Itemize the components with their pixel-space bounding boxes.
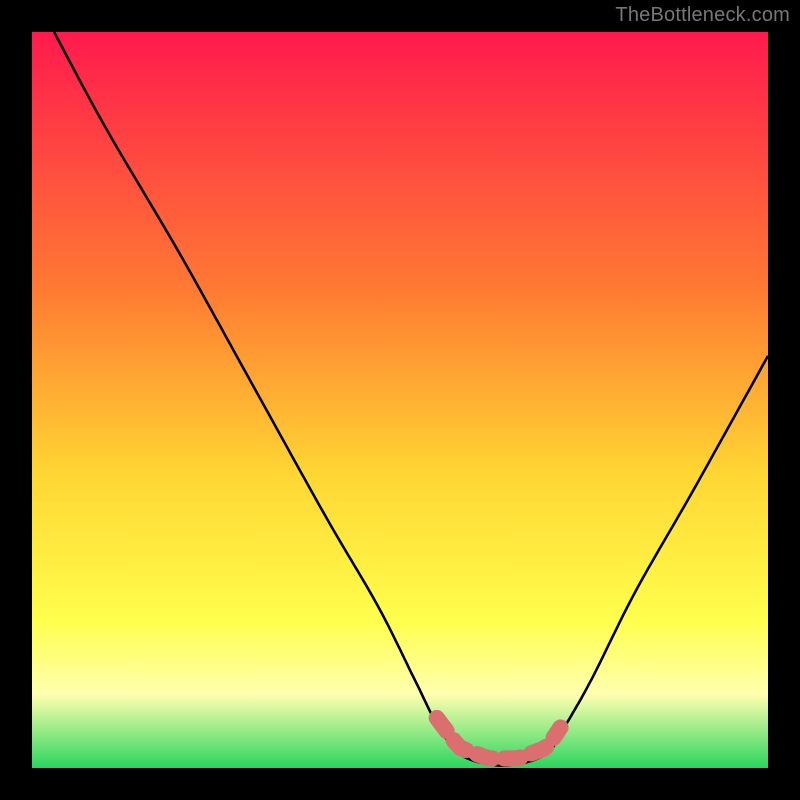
optimal-range-marker <box>437 718 561 758</box>
curve-line <box>54 32 768 766</box>
bottleneck-curve <box>32 32 768 768</box>
plot-area <box>32 32 768 768</box>
chart-frame: TheBottleneck.com <box>0 0 800 800</box>
attribution-label: TheBottleneck.com <box>615 4 790 27</box>
